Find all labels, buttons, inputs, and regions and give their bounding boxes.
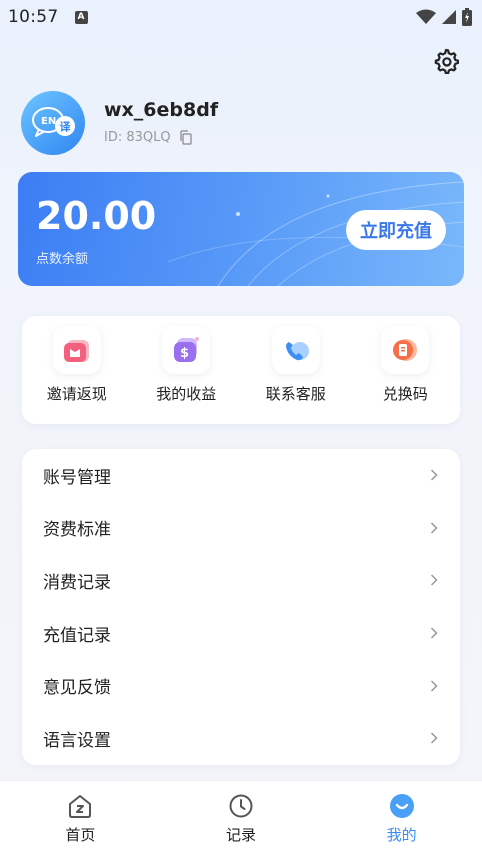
notification-a-icon: A <box>74 10 88 24</box>
quick-action-label: 邀请返现 <box>46 385 107 403</box>
tab-label: 我的 <box>386 826 417 844</box>
username: wx_6eb8df <box>104 99 219 121</box>
tab-label: 首页 <box>65 826 96 844</box>
battery-icon <box>462 8 472 26</box>
coupon-icon <box>381 326 430 374</box>
chevron-right-icon <box>430 732 438 744</box>
menu-item-feedback[interactable]: 意见反馈 <box>22 659 460 712</box>
tab-label: 记录 <box>226 826 257 844</box>
menu-item-recharge-history[interactable]: 充值记录 <box>22 607 460 660</box>
menu-item-label: 语言设置 <box>43 730 111 751</box>
quick-action-label: 兑换码 <box>382 385 428 403</box>
menu-item-label: 资费标准 <box>43 520 111 541</box>
translate-logo-icon: EN 译 <box>32 107 75 137</box>
chevron-right-icon <box>430 627 438 639</box>
balance-label: 点数余额 <box>36 252 89 267</box>
avatar-yi-text: 译 <box>60 121 72 134</box>
tab-home[interactable]: 首页 <box>0 781 161 856</box>
tab-profile[interactable]: 我的 <box>321 781 482 856</box>
earnings-icon: $ <box>162 326 211 374</box>
quick-action-redeem[interactable]: 兑换码 <box>355 326 455 404</box>
svg-text:$: $ <box>180 346 189 361</box>
bottom-tab-bar: 首页 记录 我的 <box>0 780 482 856</box>
phone-icon <box>271 326 320 374</box>
quick-actions-card: 邀请返现 $ 我的收益 联系客服 兑换码 <box>22 316 460 424</box>
menu-item-language[interactable]: 语言设置 <box>22 712 460 765</box>
quick-action-earnings[interactable]: $ 我的收益 <box>136 326 236 404</box>
avatar-en-text: EN <box>41 116 56 127</box>
chevron-right-icon <box>430 522 438 534</box>
clock-icon <box>229 794 253 818</box>
quick-action-support[interactable]: 联系客服 <box>246 326 346 404</box>
balance-amount: 20.00 <box>36 194 157 238</box>
menu-card: 账号管理 资费标准 消费记录 充值记录 意见反馈 语言设置 <box>22 449 460 765</box>
quick-action-label: 联系客服 <box>265 385 326 403</box>
user-id-row: ID: 83QLQ <box>104 130 193 145</box>
menu-item-label: 账号管理 <box>43 467 111 488</box>
profile-icon <box>389 794 414 818</box>
balance-card: 20.00 点数余额 立即充值 <box>18 172 464 286</box>
menu-item-label: 意见反馈 <box>43 678 111 699</box>
signal-icon <box>442 10 456 24</box>
menu-item-label: 充值记录 <box>43 625 111 646</box>
quick-action-label: 我的收益 <box>156 385 217 403</box>
user-id: ID: 83QLQ <box>104 130 171 145</box>
menu-item-account[interactable]: 账号管理 <box>22 449 460 502</box>
chevron-right-icon <box>430 469 438 481</box>
gift-icon <box>52 326 101 374</box>
avatar[interactable]: EN 译 <box>21 91 85 155</box>
status-bar: 10:57 A <box>0 0 482 34</box>
status-time: 10:57 <box>8 7 59 27</box>
settings-gear-icon[interactable] <box>433 48 459 74</box>
menu-item-label: 消费记录 <box>43 572 111 593</box>
home-icon <box>69 795 92 818</box>
menu-item-consumption[interactable]: 消费记录 <box>22 554 460 607</box>
recharge-button[interactable]: 立即充值 <box>346 210 446 250</box>
chevron-right-icon <box>430 574 438 587</box>
wifi-icon <box>416 9 436 24</box>
tab-records[interactable]: 记录 <box>161 781 322 856</box>
menu-item-pricing[interactable]: 资费标准 <box>22 502 460 555</box>
quick-action-invite[interactable]: 邀请返现 <box>27 326 127 404</box>
chevron-right-icon <box>430 680 438 692</box>
copy-icon[interactable] <box>179 130 193 145</box>
